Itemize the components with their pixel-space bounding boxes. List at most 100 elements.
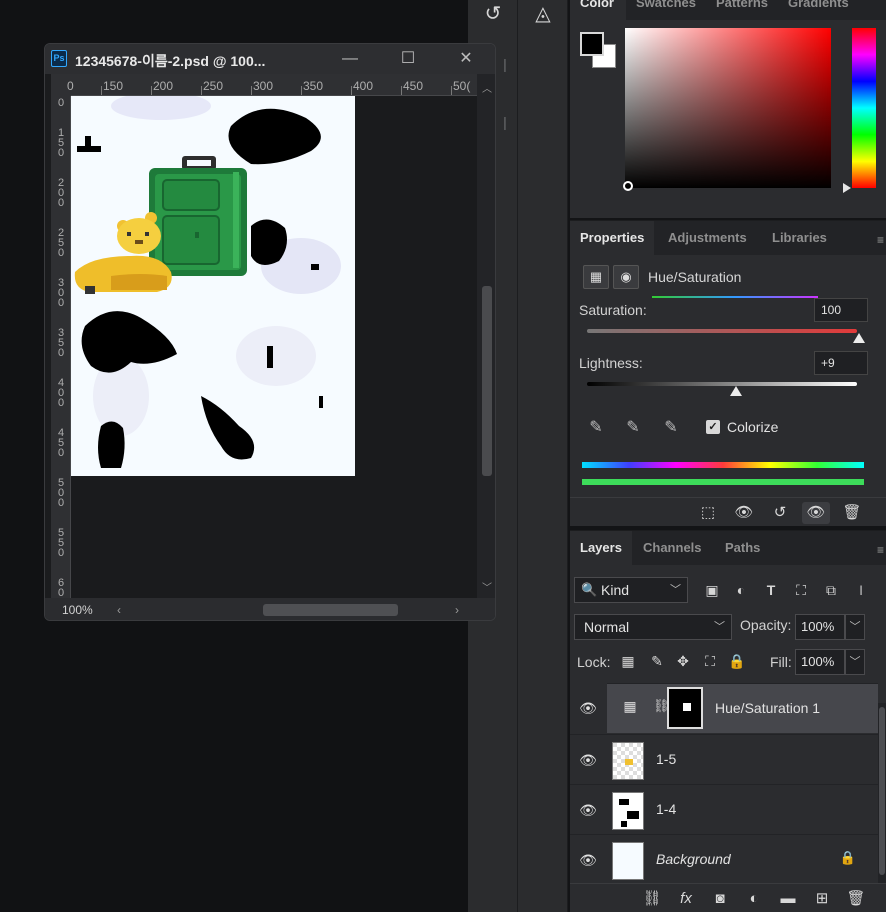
- foreground-color-swatch[interactable]: [580, 32, 604, 56]
- link-layers-icon[interactable]: ⛓: [638, 888, 666, 910]
- layers-footer: ⛓ fx ◙ ◐ ▬ ⊞ 🗑: [570, 883, 886, 912]
- history-icon[interactable]: ↺: [478, 0, 508, 28]
- filter-shape-icon[interactable]: ⛶: [790, 579, 812, 601]
- zoom-level[interactable]: 100%: [62, 603, 93, 617]
- filter-type-icon[interactable]: T: [760, 579, 782, 601]
- layer-row-background[interactable]: 👁 Background 🔒: [570, 834, 878, 884]
- hue-saturation-layer-icon[interactable]: ▦: [583, 265, 609, 289]
- opacity-dropdown[interactable]: ﹀: [845, 614, 865, 640]
- layer-name[interactable]: 1-5: [656, 751, 676, 767]
- mask-icon[interactable]: ◉: [613, 265, 639, 289]
- filter-smart-object-icon[interactable]: ⧉: [820, 579, 842, 601]
- fill-dropdown[interactable]: ﹀: [845, 649, 865, 675]
- layers-scroll-thumb[interactable]: [879, 707, 885, 875]
- view-previous-icon[interactable]: 👁: [730, 502, 758, 524]
- eyedropper-subtract-icon[interactable]: ✎: [659, 417, 683, 439]
- tab-layers[interactable]: Layers: [570, 531, 632, 565]
- scroll-left-icon[interactable]: ‹: [117, 603, 121, 617]
- eyedropper-add-icon[interactable]: ✎: [621, 417, 645, 439]
- layer-thumbnail: [612, 742, 644, 780]
- layers-scrollbar[interactable]: [878, 703, 886, 883]
- layer-mask-thumbnail[interactable]: [667, 687, 703, 729]
- clip-to-layer-icon[interactable]: ⬚: [694, 502, 722, 524]
- layer-name[interactable]: Hue/Saturation 1: [715, 700, 820, 716]
- maximize-icon[interactable]: ☐: [393, 46, 423, 72]
- ruler-left-label: 500: [57, 477, 65, 509]
- lock-artboard-icon[interactable]: ⛶: [700, 651, 720, 671]
- hue-slider[interactable]: [852, 28, 876, 188]
- delete-layer-icon[interactable]: 🗑: [842, 888, 870, 910]
- tool-strip-shapes: ◬: [518, 0, 568, 912]
- layer-row-1-5[interactable]: 👁 1-5: [570, 734, 878, 784]
- lock-image-icon[interactable]: ✎: [647, 651, 667, 671]
- layer-row-1-4[interactable]: 👁 1-4: [570, 784, 878, 834]
- opacity-label: Opacity:: [740, 617, 792, 633]
- vertical-scroll-thumb[interactable]: [482, 286, 492, 476]
- tab-gradients[interactable]: Gradients: [778, 0, 859, 20]
- lightness-slider-thumb[interactable]: [730, 386, 742, 396]
- scroll-down-icon[interactable]: ﹀: [482, 579, 492, 594]
- new-group-icon[interactable]: ▬: [774, 888, 802, 910]
- document-window: Ps 12345678-이름-2.psd @ 100... — ☐ ✕ 0 15…: [44, 43, 496, 621]
- filter-adjustment-icon[interactable]: ◐: [730, 579, 752, 601]
- toggle-visibility-icon[interactable]: 👁: [802, 502, 830, 524]
- eyedropper-icon[interactable]: ✎: [584, 417, 608, 439]
- horizontal-scroll-thumb[interactable]: [263, 604, 398, 616]
- document-titlebar[interactable]: Ps 12345678-이름-2.psd @ 100... — ☐ ✕: [45, 44, 495, 74]
- blend-mode-select[interactable]: Normal ﹀: [574, 614, 732, 640]
- tab-patterns[interactable]: Patterns: [706, 0, 778, 20]
- filter-toggle-icon[interactable]: ⏽: [850, 579, 872, 601]
- delete-adjustment-icon[interactable]: 🗑: [838, 502, 866, 524]
- lightness-input[interactable]: +9: [814, 351, 868, 375]
- panel-menu-icon[interactable]: ≡: [877, 233, 884, 247]
- color-saturation-field[interactable]: [625, 28, 831, 188]
- tab-properties[interactable]: Properties: [570, 221, 655, 255]
- filter-pixel-icon[interactable]: ▣: [701, 579, 723, 601]
- vertical-scrollbar[interactable]: ︿ ﹀: [477, 74, 495, 598]
- visibility-eye-icon[interactable]: 👁: [578, 800, 598, 820]
- color-picker-marker[interactable]: [623, 181, 633, 191]
- minimize-icon[interactable]: —: [335, 46, 365, 72]
- tab-libraries[interactable]: Libraries: [762, 221, 837, 255]
- thumbnail-bear: [625, 759, 633, 765]
- tab-paths[interactable]: Paths: [715, 531, 770, 565]
- hue-marker[interactable]: [843, 183, 851, 193]
- ruler-left[interactable]: 0 150 200 250 300 350 400 450 500 550 60: [51, 96, 71, 599]
- fill-label: Fill:: [770, 654, 792, 670]
- ruler-top[interactable]: 0 150 200 250 300 350 400 450 50(: [67, 74, 477, 96]
- add-mask-icon[interactable]: ◙: [706, 888, 734, 910]
- visibility-eye-icon[interactable]: 👁: [578, 750, 598, 770]
- ruler-top-label: 300: [253, 79, 274, 93]
- colorize-checkbox[interactable]: ✓: [706, 420, 720, 434]
- saturation-input[interactable]: 100: [814, 298, 868, 322]
- lightness-slider[interactable]: [587, 382, 857, 386]
- scroll-right-icon[interactable]: ›: [455, 603, 459, 617]
- fill-input[interactable]: 100%: [795, 649, 845, 675]
- lock-all-icon[interactable]: 🔒: [727, 651, 747, 671]
- visibility-eye-icon[interactable]: 👁: [578, 850, 598, 870]
- lock-position-icon[interactable]: ✥: [673, 651, 693, 671]
- layer-filter-kind[interactable]: 🔍 Kind ﹀: [574, 577, 688, 603]
- new-layer-icon[interactable]: ⊞: [808, 888, 836, 910]
- layer-name[interactable]: Background: [656, 851, 731, 867]
- new-adjustment-layer-icon[interactable]: ◐: [740, 888, 768, 910]
- tab-channels[interactable]: Channels: [633, 531, 712, 565]
- opacity-input[interactable]: 100%: [795, 614, 845, 640]
- layer-name[interactable]: 1-4: [656, 801, 676, 817]
- tab-swatches[interactable]: Swatches: [626, 0, 706, 20]
- layer-effects-icon[interactable]: fx: [672, 888, 700, 910]
- reset-icon[interactable]: ↺: [766, 502, 794, 524]
- scroll-up-icon[interactable]: ︿: [482, 80, 492, 95]
- canvas-area[interactable]: [71, 96, 477, 598]
- saturation-slider-thumb[interactable]: [853, 333, 865, 343]
- saturation-slider[interactable]: [587, 329, 857, 333]
- visibility-eye-icon[interactable]: 👁: [578, 698, 598, 718]
- tab-color[interactable]: Color: [570, 0, 626, 20]
- canvas[interactable]: [71, 96, 355, 476]
- shapes-icon[interactable]: ◬: [528, 0, 558, 28]
- lock-transparent-icon[interactable]: ▦: [618, 651, 638, 671]
- layer-row-hue-saturation[interactable]: ▦ ⛓ Hue/Saturation 1: [607, 683, 878, 733]
- close-icon[interactable]: ✕: [451, 46, 481, 72]
- layers-menu-icon[interactable]: ≡: [877, 543, 884, 557]
- tab-adjustments[interactable]: Adjustments: [658, 221, 757, 255]
